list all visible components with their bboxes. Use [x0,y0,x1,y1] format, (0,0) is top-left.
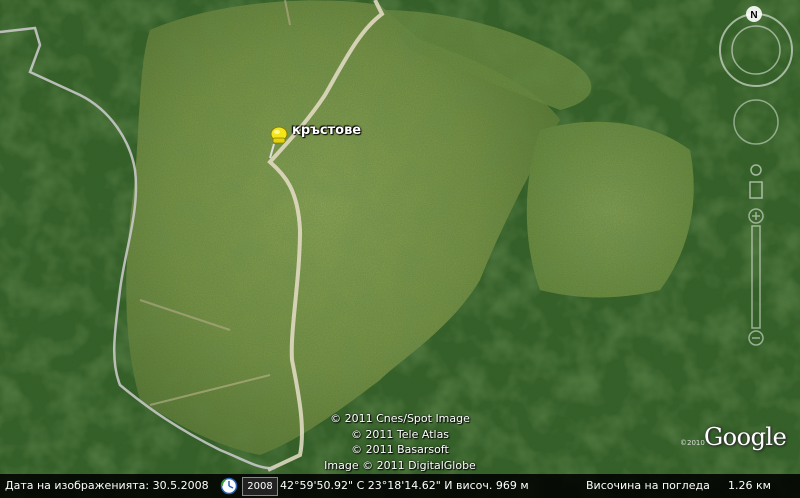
pointer-coordinates: 42°59'50.92" С 23°18'14.62" И [280,479,453,492]
placemark-label[interactable]: кръстове [292,123,361,138]
copyright-notice: © 2011 Cnes/Spot Image © 2011 Tele Atlas… [322,411,478,473]
copyright-line: Image © 2011 DigitalGlobe [324,458,476,472]
north-label: N [750,10,757,21]
zoom-slider[interactable] [748,208,764,346]
navigation-controls[interactable]: N [714,6,800,356]
compass-ring[interactable]: N [719,6,793,87]
street-view-icon[interactable] [749,164,763,199]
google-logo: Google [704,423,787,451]
eye-altitude-value: 1.26 км [728,479,771,492]
map-viewport[interactable]: кръстове N © 2011 Cnes/Spot Image © 2011… [0,0,800,498]
pointer-elevation: височ. 969 м [456,479,529,492]
historical-year-box[interactable]: 2008 [242,477,278,496]
yellow-pushpin-icon[interactable] [262,124,294,162]
historical-imagery-clock-icon[interactable] [220,477,238,495]
imagery-date: Дата на изображенията: 30.5.2008 [5,479,209,492]
copyright-line: © 2011 Basarsoft [351,443,449,456]
eye-altitude-label: Височина на погледа [586,479,710,492]
look-joystick[interactable] [733,99,779,145]
status-bar: Дата на изображенията: 30.5.2008 42°59'5… [0,474,800,498]
logo-year: ©2010 [680,439,705,447]
copyright-line: © 2011 Cnes/Spot Image [330,412,470,425]
copyright-line: © 2011 Tele Atlas [350,427,450,441]
